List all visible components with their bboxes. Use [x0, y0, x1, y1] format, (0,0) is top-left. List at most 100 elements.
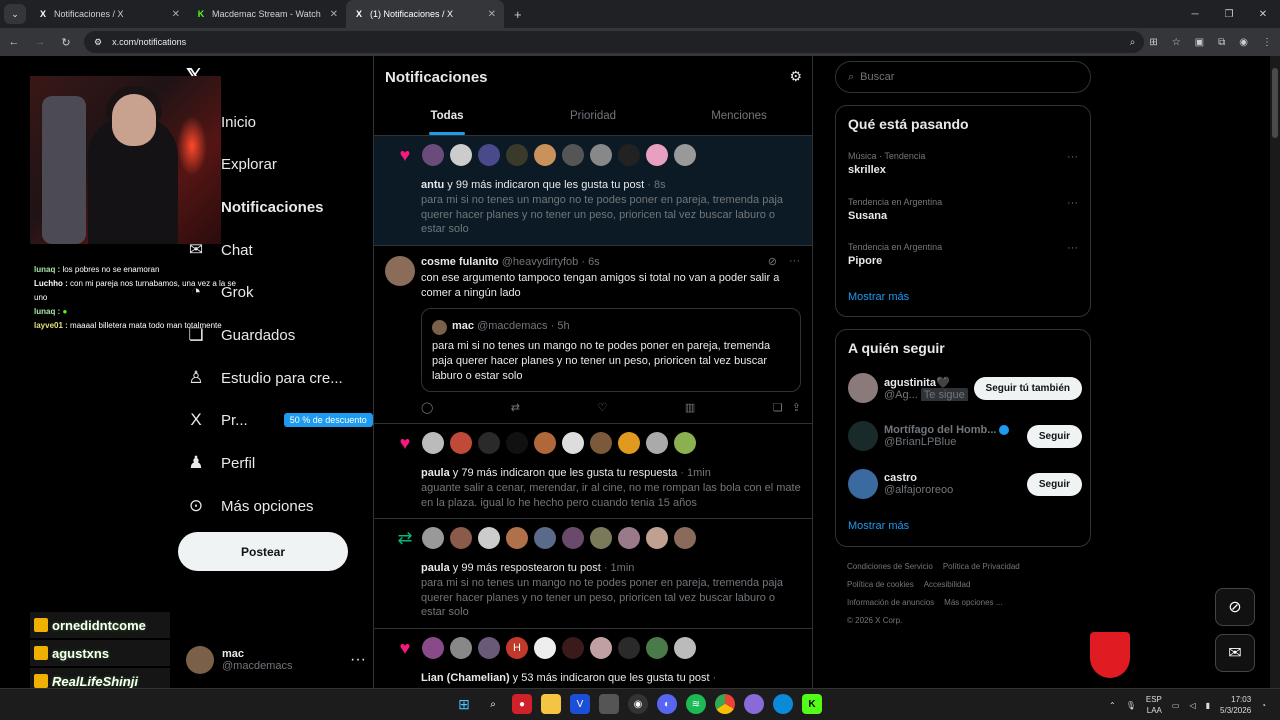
bookmark-icon[interactable]: ❏: [773, 402, 783, 414]
wifi-icon[interactable]: ▭: [1172, 701, 1180, 710]
avatar[interactable]: [562, 144, 584, 166]
show-more-trends-link[interactable]: Mostrar más: [848, 291, 909, 303]
avatar[interactable]: [534, 637, 556, 659]
app-icon[interactable]: [599, 694, 619, 714]
avatar[interactable]: [562, 432, 584, 454]
app-v-icon[interactable]: V: [570, 694, 590, 714]
star-icon[interactable]: ☆: [1172, 37, 1181, 48]
grok-icon[interactable]: ⊘: [1215, 588, 1255, 626]
maximize-icon[interactable]: ❐: [1212, 0, 1246, 28]
profile-avatar-icon[interactable]: ◉: [1239, 37, 1248, 48]
file-explorer-icon[interactable]: [541, 694, 561, 714]
avatar[interactable]: [506, 527, 528, 549]
notification-like[interactable]: ♥ paula y 79 más indicaron que les gusta…: [374, 424, 812, 519]
avatar[interactable]: [674, 637, 696, 659]
close-icon[interactable]: ✕: [488, 9, 496, 20]
grok-icon[interactable]: ⊘: [768, 255, 777, 268]
more-dots-icon[interactable]: ···: [1067, 242, 1078, 254]
avatar[interactable]: [618, 144, 640, 166]
reload-icon[interactable]: ↻: [58, 36, 74, 49]
repost-icon[interactable]: ⇄: [511, 401, 520, 414]
url-field[interactable]: ⚙ x.com/notifications: [84, 31, 1144, 53]
post-button[interactable]: Postear: [178, 532, 348, 571]
like-icon[interactable]: ♡: [597, 401, 607, 414]
kick-icon[interactable]: K: [802, 694, 822, 714]
sidebar-item-estudio[interactable]: ♙ Estudio para cre...: [185, 358, 342, 398]
avatar[interactable]: H: [506, 637, 528, 659]
follow-suggestion[interactable]: castro @alfajororeoo Seguir: [848, 466, 1082, 502]
avatar[interactable]: [506, 144, 528, 166]
more-dots-icon[interactable]: ···: [1067, 197, 1078, 209]
messages-icon[interactable]: ✉: [1215, 634, 1255, 672]
avatar[interactable]: [506, 432, 528, 454]
avatar[interactable]: [478, 527, 500, 549]
avatar[interactable]: [422, 527, 444, 549]
more-dots-icon[interactable]: ···: [1067, 151, 1078, 163]
follow-button[interactable]: Seguir: [1026, 472, 1082, 496]
extension-icon[interactable]: ▣: [1195, 37, 1204, 48]
scrollbar[interactable]: [1270, 56, 1280, 688]
avatar[interactable]: [534, 432, 556, 454]
sidebar-item-perfil[interactable]: ♟ Perfil: [185, 443, 255, 483]
avatar[interactable]: [646, 144, 668, 166]
close-icon[interactable]: ✕: [172, 9, 180, 20]
chrome-icon[interactable]: [715, 694, 735, 714]
app-icon[interactable]: ●: [512, 694, 532, 714]
footer-link[interactable]: Política de cookies: [847, 580, 914, 589]
avatar[interactable]: [478, 432, 500, 454]
trend-item[interactable]: Música · Tendencia skrillex ···: [848, 151, 1078, 176]
avatar[interactable]: [618, 527, 640, 549]
trend-item[interactable]: Tendencia en Argentina Susana ···: [848, 197, 1078, 222]
avatar[interactable]: [450, 637, 472, 659]
close-icon[interactable]: ✕: [330, 9, 338, 20]
footer-link[interactable]: Condiciones de Servicio: [847, 562, 933, 571]
follow-suggestion[interactable]: Mortífago del Homb... @BrianLPBlue Seguir: [848, 418, 1082, 454]
share-icon[interactable]: ⇪: [792, 402, 801, 414]
avatar[interactable]: [618, 432, 640, 454]
avatar[interactable]: [562, 637, 584, 659]
zoom-icon[interactable]: ⌕: [1130, 37, 1136, 48]
footer-link[interactable]: Política de Privacidad: [943, 562, 1020, 571]
avatar[interactable]: [450, 144, 472, 166]
site-info-icon[interactable]: ⚙: [94, 37, 102, 48]
spotify-icon[interactable]: ≋: [686, 694, 706, 714]
footer-link[interactable]: Más opciones ...: [944, 598, 1002, 607]
battery-icon[interactable]: ▮: [1206, 701, 1210, 710]
avatar[interactable]: [422, 144, 444, 166]
search-icon[interactable]: ⌕: [483, 694, 503, 714]
avatar[interactable]: [674, 144, 696, 166]
obs-icon[interactable]: ◉: [628, 694, 648, 714]
avatar[interactable]: [848, 469, 878, 499]
tab-search-button[interactable]: ⌄: [4, 4, 26, 24]
tab-todas[interactable]: Todas: [374, 100, 520, 135]
more-dots-icon[interactable]: ···: [789, 255, 800, 268]
avatar[interactable]: [848, 373, 878, 403]
avatar[interactable]: [450, 432, 472, 454]
windows-start-icon[interactable]: ⊞: [454, 694, 474, 714]
reply-icon[interactable]: ◯: [421, 401, 433, 414]
new-tab-icon[interactable]: +: [514, 7, 522, 22]
clock[interactable]: 17:03 5/3/2026: [1220, 694, 1251, 716]
avatar[interactable]: [450, 527, 472, 549]
avatar[interactable]: [385, 256, 415, 286]
notification-repost[interactable]: ⇄ paula y 99 más respostearon tu post · …: [374, 519, 812, 629]
quoted-post[interactable]: mac @macdemacs · 5h para mi si no tenes …: [421, 308, 801, 392]
tab-menciones[interactable]: Menciones: [666, 100, 812, 135]
avatar[interactable]: [646, 432, 668, 454]
close-window-icon[interactable]: ✕: [1246, 0, 1280, 28]
follow-button[interactable]: Seguir: [1026, 424, 1082, 448]
avatar[interactable]: [848, 421, 878, 451]
avatar[interactable]: [478, 637, 500, 659]
avatar[interactable]: [534, 527, 556, 549]
follow-suggestion[interactable]: agustinita🖤 @Ag... Te sigue Seguir tú tamb…: [848, 370, 1082, 406]
back-icon[interactable]: ←: [6, 36, 22, 48]
sidebar-item-premium[interactable]: X Pr... 50 % de descuento: [185, 400, 373, 440]
browser-tab-2[interactable]: K Macdemac Stream - Watch Live ✕: [188, 0, 346, 28]
footer-link[interactable]: Accesibilidad: [924, 580, 971, 589]
avatar[interactable]: [590, 144, 612, 166]
avatar[interactable]: [674, 527, 696, 549]
notifications-bell-icon[interactable]: ◔: [1261, 701, 1266, 710]
avatar[interactable]: [534, 144, 556, 166]
trend-item[interactable]: Tendencia en Argentina Pipore ···: [848, 242, 1078, 267]
footer-link[interactable]: Información de anuncios: [847, 598, 934, 607]
